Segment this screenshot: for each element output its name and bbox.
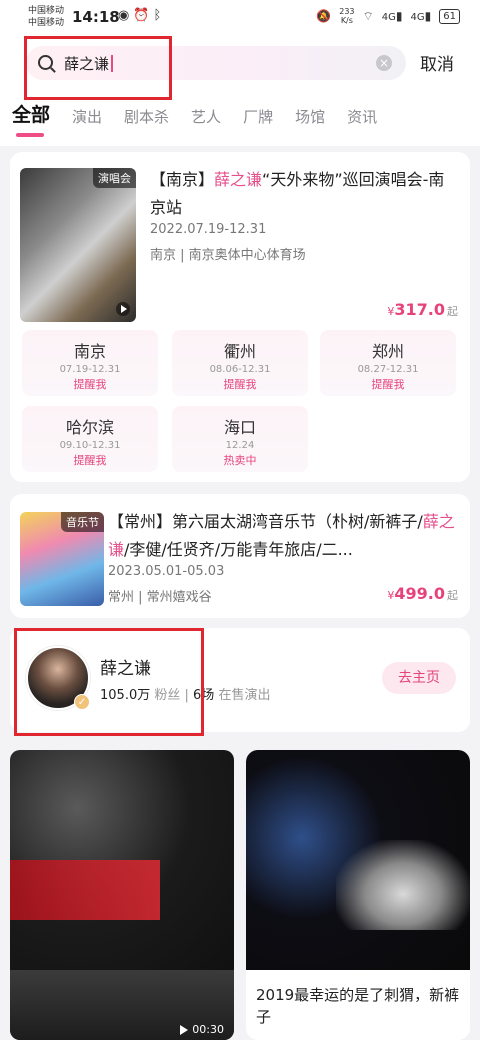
event-price: ¥499.0 起: [387, 584, 458, 603]
session-date: 08.27-12.31: [357, 364, 419, 375]
carrier-1: 中国移动: [28, 6, 65, 16]
event-card-changzhou[interactable]: 音乐节 【常州】第六届太湖湾音乐节（朴树/新裤子/薛之谦/李健/任贤齐/万能青年…: [10, 494, 470, 618]
artist-home-button[interactable]: 去主页: [382, 662, 456, 694]
clear-icon[interactable]: ×: [376, 55, 392, 71]
wifi-icon: ⌔: [362, 8, 374, 23]
play-icon: [116, 302, 130, 316]
poster-tag: 演唱会: [93, 168, 136, 188]
session-remind: 提醒我: [223, 378, 257, 391]
search-box[interactable]: 薛之谦 ×: [26, 46, 406, 80]
price-unit: 起: [447, 589, 458, 602]
text-caret: [111, 55, 114, 72]
session-city: 郑州: [371, 342, 404, 361]
session-city: 哈尔滨: [65, 418, 114, 437]
event-poster[interactable]: 演唱会: [20, 168, 136, 322]
price-value: 317.0: [394, 300, 445, 319]
session-city: 南京: [73, 342, 106, 361]
verified-icon: ✓: [74, 694, 90, 710]
mute-icon: 🔕: [316, 9, 332, 23]
carrier-2: 中国移动: [28, 18, 65, 28]
session-status: 热卖中: [223, 454, 257, 467]
net-speed-unit: K/s: [340, 16, 353, 25]
artist-card[interactable]: ✓ 薛之谦 105.0万 粉丝 | 6场 在售演出 去主页: [10, 628, 470, 732]
session-date: 09.10-12.31: [59, 440, 121, 451]
search-header: 薛之谦 × 取消 全部 演出 剧本杀 艺人 厂牌 场馆 资讯: [0, 34, 480, 146]
poster-tag: 音乐节: [61, 512, 104, 532]
notification-icons: ◉⏰ᛒ: [118, 8, 165, 23]
video-smoke: [336, 840, 470, 930]
tab-artists[interactable]: 艺人: [191, 106, 221, 127]
alarm-icon: ⏰: [133, 8, 154, 23]
video-duration: 00:30: [180, 1023, 224, 1036]
event-price: ¥317.0 起: [387, 300, 458, 319]
event-card-nanjing[interactable]: 演唱会 【南京】薛之谦“天外来物”巡回演唱会-南京站 2022.07.19-12…: [10, 152, 470, 482]
price-unit: 起: [447, 305, 458, 318]
session-date: 07.19-12.31: [59, 364, 121, 375]
tab-venues[interactable]: 场馆: [295, 106, 325, 127]
net-speed-value: 233: [339, 7, 355, 16]
event-title-prefix: 【南京】: [150, 170, 215, 189]
video-caption: 2019最幸运的是了刺猬，新裤子: [256, 986, 460, 1026]
tab-labels[interactable]: 厂牌: [243, 106, 273, 127]
search-icon: [38, 55, 53, 70]
session-remind: 提醒我: [371, 378, 405, 391]
battery-icon: 61: [439, 8, 460, 24]
event-title-prefix: 【常州】第六届太湖湾音乐节（朴树/新裤子/: [108, 512, 423, 531]
tab-shows[interactable]: 演出: [72, 106, 102, 127]
session-city: 衢州: [223, 342, 256, 361]
carrier-info: 中国移动 中国移动: [28, 5, 64, 29]
net-type-2: 4G: [410, 12, 425, 23]
tab-script-kill[interactable]: 剧本杀: [124, 106, 169, 127]
search-input[interactable]: 薛之谦: [64, 53, 114, 74]
cancel-button[interactable]: 取消: [420, 50, 454, 75]
video-thumbnail[interactable]: [246, 750, 470, 970]
event-venue: 南京 | 南京奥体中心体育场: [150, 248, 306, 263]
clock: 14:18: [72, 8, 120, 26]
session-remind: 提醒我: [73, 378, 107, 391]
session-remind: 提醒我: [73, 454, 107, 467]
session-date: 12.24: [225, 440, 255, 451]
event-venue: 常州 | 常州嬉戏谷: [108, 590, 212, 605]
artist-stats: 105.0万 粉丝 | 6场 在售演出: [100, 684, 270, 703]
fan-count: 105.0万: [100, 688, 151, 703]
session-item[interactable]: 南京 07.19-12.31 提醒我: [22, 330, 158, 396]
event-date: 2022.07.19-12.31: [150, 222, 267, 237]
session-item[interactable]: 衢州 08.06-12.31 提醒我: [172, 330, 308, 396]
video-card-2[interactable]: 2019最幸运的是了刺猬，新裤子: [246, 750, 470, 1040]
tab-all[interactable]: 全部: [12, 100, 50, 137]
video-stage-red-text: [10, 860, 160, 920]
event-title[interactable]: 【南京】薛之谦“天外来物”巡回演唱会-南京站: [150, 166, 450, 222]
event-title-artist: 薛之谦: [214, 170, 263, 189]
event-poster[interactable]: 音乐节: [20, 512, 104, 606]
show-label: 在售演出: [218, 688, 271, 703]
event-date: 2023.05.01-05.03: [108, 564, 225, 579]
stats-divider: |: [184, 688, 194, 703]
video-card-1[interactable]: 00:30: [10, 750, 234, 1040]
status-bar: 中国移动 中国移动 14:18 ◉⏰ᛒ 🔕 233 K/s ⌔ 4G▮ 4G▮ 6…: [0, 0, 480, 34]
system-icons: 🔕 233 K/s ⌔ 4G▮ 4G▮ 61: [316, 7, 460, 25]
duration-text: 00:30: [192, 1023, 224, 1036]
artist-name[interactable]: 薛之谦: [100, 654, 151, 679]
price-value: 499.0: [394, 584, 445, 603]
signal-2-icon: 4G▮: [410, 9, 432, 23]
event-title[interactable]: 【常州】第六届太湖湾音乐节（朴树/新裤子/薛之谦/李健/任贤齐/万能青年旅店/二…: [108, 508, 462, 564]
session-item[interactable]: 哈尔滨 09.10-12.31 提醒我: [22, 406, 158, 472]
eye-icon: ◉: [118, 8, 134, 23]
session-item[interactable]: 郑州 08.27-12.31 提醒我: [320, 330, 456, 396]
signal-1-icon: 4G▮: [381, 9, 403, 23]
event-title-suffix: /李健/任贤齐/万能青年旅店/二...: [124, 540, 353, 559]
session-item[interactable]: 海口 12.24 热卖中: [172, 406, 308, 472]
fan-label: 粉丝: [154, 688, 181, 703]
search-query: 薛之谦: [64, 55, 110, 73]
show-count: 6场: [193, 688, 215, 703]
net-type-1: 4G: [381, 12, 396, 23]
play-icon: [180, 1024, 189, 1035]
tab-news[interactable]: 资讯: [347, 106, 377, 127]
category-tabs: 全部 演出 剧本杀 艺人 厂牌 场馆 资讯: [12, 100, 399, 137]
net-speed: 233 K/s: [339, 7, 354, 25]
bluetooth-icon: ᛒ: [153, 8, 166, 23]
session-date: 08.06-12.31: [209, 364, 271, 375]
session-city: 海口: [223, 418, 256, 437]
